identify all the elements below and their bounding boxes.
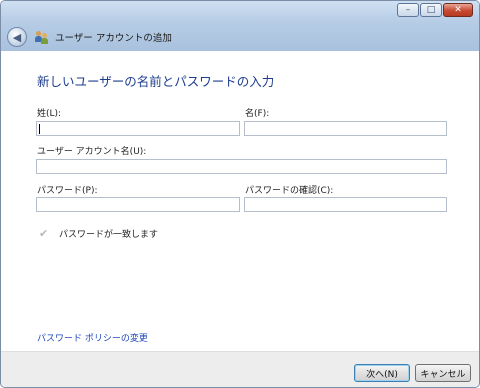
- password-label: パスワード(P):: [37, 186, 98, 196]
- close-button[interactable]: ✕: [443, 3, 473, 17]
- next-button[interactable]: 次へ(N): [354, 364, 410, 382]
- first-name-label: 名(F):: [245, 109, 270, 119]
- navigation-row: ◀ ユーザー アカウントの追加: [7, 27, 172, 47]
- password-match-text: パスワードが一致します: [59, 230, 159, 240]
- last-name-field[interactable]: [36, 121, 240, 136]
- back-arrow-icon: ◀: [12, 30, 22, 44]
- add-user-window: – □ ✕ ◀ ユーザー アカウントの追加 新しいユーザーの名前とパスワードの入…: [0, 0, 480, 388]
- users-icon: [35, 30, 49, 44]
- password-match-status: ✔ パスワードが一致します: [39, 227, 158, 240]
- back-button[interactable]: ◀: [7, 27, 27, 47]
- password-field[interactable]: [36, 197, 240, 212]
- first-name-field[interactable]: [244, 121, 447, 136]
- button-bar: 次へ(N) キャンセル: [1, 351, 479, 387]
- confirm-password-field[interactable]: [244, 197, 447, 212]
- window-title: ユーザー アカウントの追加: [55, 33, 172, 44]
- maximize-button[interactable]: □: [420, 3, 442, 17]
- minimize-button[interactable]: –: [397, 3, 419, 17]
- content-area: 新しいユーザーの名前とパスワードの入力 姓(L): 名(F): ユーザー アカウ…: [1, 51, 479, 351]
- last-name-label: 姓(L):: [37, 109, 62, 119]
- account-name-field[interactable]: [36, 159, 447, 174]
- title-bar: – □ ✕ ◀ ユーザー アカウントの追加: [1, 1, 479, 51]
- page-heading: 新しいユーザーの名前とパスワードの入力: [37, 74, 275, 89]
- account-name-label: ユーザー アカウント名(U):: [37, 147, 147, 157]
- caption-buttons: – □ ✕: [397, 3, 473, 17]
- checkmark-icon: ✔: [39, 226, 49, 240]
- cancel-button[interactable]: キャンセル: [415, 364, 471, 382]
- text-caret: [39, 124, 40, 134]
- confirm-password-label: パスワードの確認(C):: [245, 186, 334, 196]
- password-policy-link[interactable]: パスワード ポリシーの変更: [37, 331, 148, 344]
